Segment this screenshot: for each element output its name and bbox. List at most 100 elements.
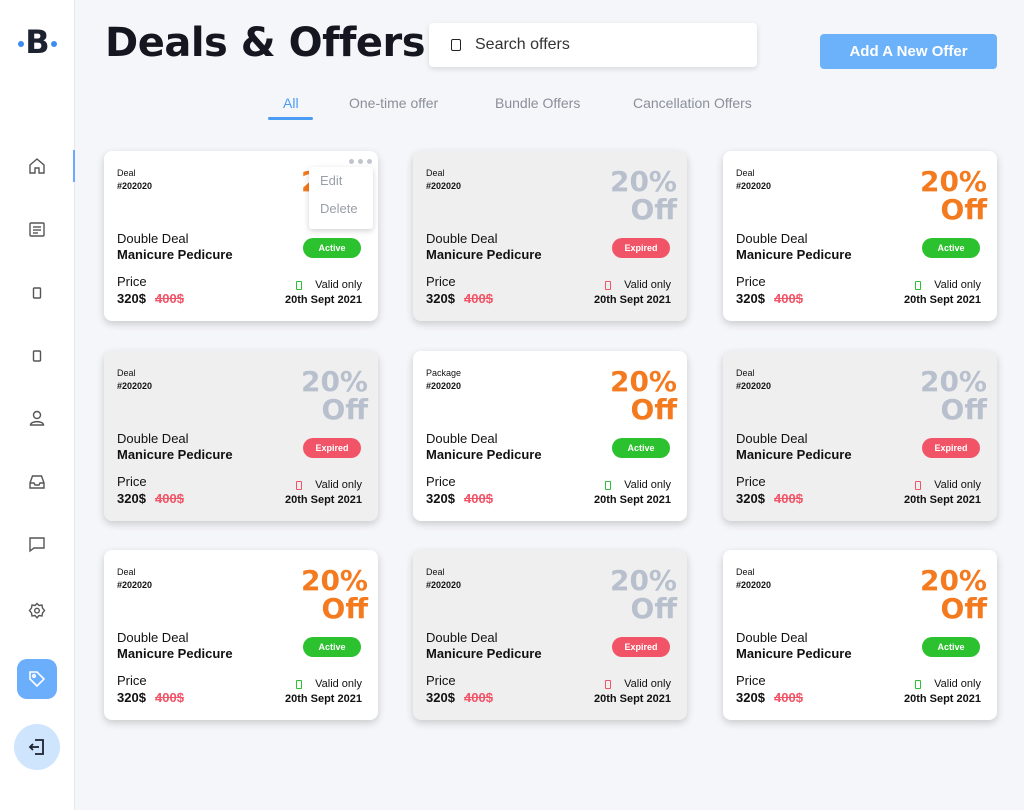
discount-off-label: Off [630, 592, 677, 625]
offer-card[interactable]: Deal #202020 20% Off Expired Double Deal … [413, 151, 687, 321]
offer-card[interactable]: Deal #202020 20%Off Active Double Deal M… [723, 151, 997, 321]
offer-id: #202020 [736, 181, 772, 191]
tablet-icon[interactable] [17, 336, 57, 376]
old-price: 400$ [464, 491, 493, 506]
logout-icon[interactable] [14, 724, 60, 770]
discount-value: 20%Off [920, 567, 987, 623]
edit-menu-item[interactable]: Edit [309, 167, 373, 195]
offer-title: Manicure Pedicure [426, 646, 542, 661]
tab-bundle-offers[interactable]: Bundle Offers [495, 95, 580, 111]
tab-cancellation-offers[interactable]: Cancellation Offers [633, 95, 752, 111]
offer-type: Deal [736, 368, 755, 378]
price-label: Price [426, 274, 456, 289]
discount-value: 20%Off [610, 368, 677, 424]
offer-card[interactable]: Deal #202020 20%Off Active Double Deal M… [723, 550, 997, 720]
offer-subtitle: Double Deal [117, 431, 189, 446]
valid-date: 20th Sept 2021 [903, 693, 981, 705]
offer-title: Manicure Pedicure [426, 447, 542, 462]
discount-off-label: Off [630, 193, 677, 226]
sidebar: B [0, 0, 75, 810]
more-options-icon[interactable] [349, 159, 372, 164]
status-badge: Expired [612, 637, 670, 657]
price-value: 320$ [117, 491, 146, 506]
offer-card[interactable]: Package #202020 20% Off Active Double Dea… [413, 351, 687, 521]
phone-icon[interactable] [17, 273, 57, 313]
tab-all[interactable]: All [283, 95, 299, 111]
price-label: Price [117, 673, 147, 688]
offer-subtitle: Double Deal [426, 231, 498, 246]
offer-title: Manicure Pedicure [426, 247, 542, 262]
price-value: 320$ [117, 690, 146, 705]
discount-value: 20%Off [920, 168, 987, 224]
discount-off-label: Off [321, 592, 368, 625]
valid-date: 20th Sept 2021 [284, 693, 362, 705]
chat-icon[interactable] [17, 524, 57, 564]
offer-subtitle: Double Deal [426, 431, 498, 446]
price-label: Price [426, 474, 456, 489]
calendar-icon [915, 680, 921, 689]
inbox-icon[interactable] [17, 462, 57, 502]
valid-label: Valid only [934, 279, 981, 291]
settings-icon[interactable] [17, 591, 57, 631]
offer-card[interactable]: Deal #202020 20% Off Expired Double Deal … [104, 351, 378, 521]
valid-date: 20th Sept 2021 [284, 294, 362, 306]
home-icon[interactable] [17, 146, 57, 186]
offer-type: Deal [117, 168, 136, 178]
add-offer-button[interactable]: Add A New Offer [820, 34, 997, 69]
offer-title: Manicure Pedicure [117, 646, 233, 661]
offer-card[interactable]: Deal #202020 20% Off Expired Double Deal … [723, 351, 997, 521]
tag-icon[interactable] [17, 659, 57, 699]
valid-label: Valid only [934, 678, 981, 690]
offer-type: Deal [117, 368, 136, 378]
calendar-icon [915, 281, 921, 290]
status-badge: Expired [303, 438, 361, 458]
calendar-icon [605, 281, 611, 290]
old-price: 400$ [155, 690, 184, 705]
status-badge: Expired [922, 438, 980, 458]
valid-label: Valid only [934, 479, 981, 491]
search-box[interactable] [429, 23, 757, 67]
offer-type: Deal [426, 168, 445, 178]
discount-off-label: Off [940, 592, 987, 625]
price-label: Price [736, 673, 766, 688]
discount-value: 20%Off [610, 168, 677, 224]
calendar-icon [296, 481, 302, 490]
valid-label: Valid only [624, 479, 671, 491]
discount-off-label: Off [630, 393, 677, 426]
price-value: 320$ [736, 291, 765, 306]
price-value: 320$ [426, 291, 455, 306]
valid-date: 20th Sept 2021 [593, 294, 671, 306]
old-price: 400$ [774, 690, 803, 705]
calendar-icon [296, 680, 302, 689]
offer-card[interactable]: Deal #202020 20% Off Expired Double Deal … [413, 550, 687, 720]
tab-one-time-offer[interactable]: One-time offer [349, 95, 438, 111]
discount-value: 20%Off [301, 567, 368, 623]
old-price: 400$ [155, 291, 184, 306]
price-label: Price [117, 474, 147, 489]
offer-card[interactable]: Deal #202020 20%Off Active Double Deal M… [104, 151, 378, 321]
offer-title: Manicure Pedicure [117, 247, 233, 262]
valid-label: Valid only [624, 279, 671, 291]
calendar-icon [915, 481, 921, 490]
price-label: Price [117, 274, 147, 289]
valid-date: 20th Sept 2021 [284, 494, 362, 506]
status-badge: Active [303, 637, 361, 657]
old-price: 400$ [464, 690, 493, 705]
user-icon[interactable] [17, 398, 57, 438]
offer-id: #202020 [736, 381, 772, 391]
discount-value: 20%Off [920, 368, 987, 424]
offer-title: Manicure Pedicure [736, 247, 852, 262]
offer-id: #202020 [426, 580, 462, 590]
offer-subtitle: Double Deal [426, 630, 498, 645]
delete-menu-item[interactable]: Delete [309, 195, 373, 223]
offer-type: Deal [426, 567, 445, 577]
price-value: 320$ [117, 291, 146, 306]
offer-id: #202020 [117, 580, 153, 590]
discount-value: 20%Off [610, 567, 677, 623]
offer-card[interactable]: Deal #202020 20%Off Active Double Deal M… [104, 550, 378, 720]
offer-id: #202020 [426, 181, 462, 191]
valid-date: 20th Sept 2021 [593, 693, 671, 705]
calendar-icon[interactable] [17, 209, 57, 249]
search-icon [451, 39, 461, 51]
search-input[interactable] [475, 36, 725, 54]
